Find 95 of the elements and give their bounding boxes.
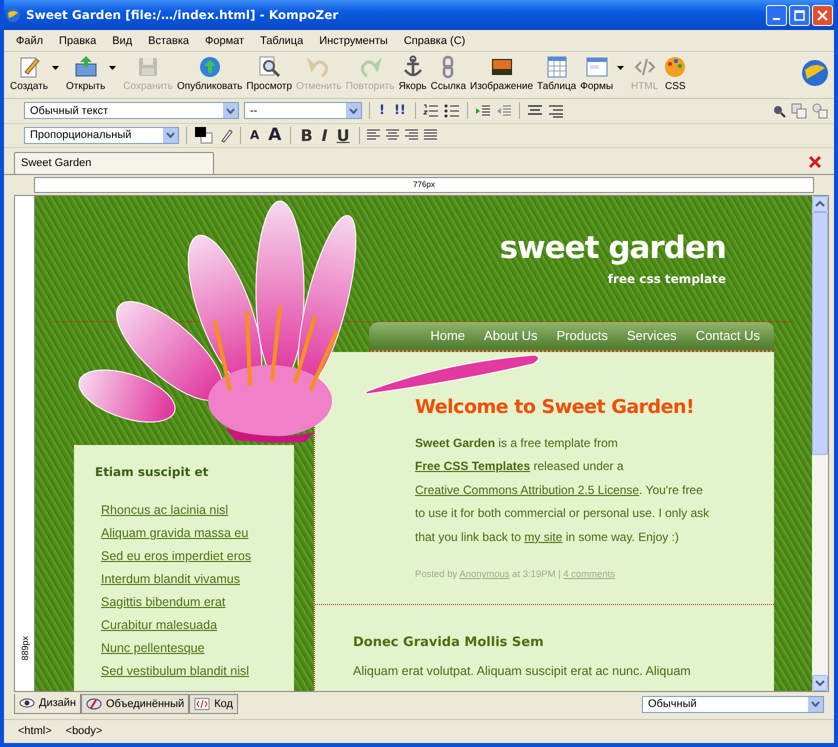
outdent-icon[interactable] bbox=[496, 104, 512, 118]
pencil-icon[interactable] bbox=[219, 127, 233, 144]
menu-item[interactable]: Справка (С) bbox=[396, 34, 474, 47]
document-tab[interactable]: Sweet Garden bbox=[14, 152, 214, 174]
sidebar-link[interactable]: Nunc pellentesque bbox=[101, 636, 205, 660]
view-mode-dropdown[interactable]: Обычный bbox=[642, 696, 824, 713]
view-tab[interactable]: Код bbox=[189, 694, 238, 714]
post-paragraph: Sweet Garden is a free template from Free CSS Templates released under a Creative Commons Attribution 2.5 License. You're free to use it for both commercial or personal use. I only ask that you link back to my site in some way. Enjoy :) bbox=[415, 434, 710, 546]
globe-icon bbox=[5, 7, 21, 23]
numbered-list-icon[interactable] bbox=[422, 104, 439, 118]
indent-icon[interactable] bbox=[474, 104, 491, 118]
maximize-button[interactable] bbox=[789, 4, 810, 26]
smaller-font-button[interactable]: A bbox=[248, 128, 262, 142]
chevron-down-icon[interactable] bbox=[226, 108, 235, 114]
dropdown-arrow-icon[interactable] bbox=[109, 66, 116, 70]
paragraph-style-dropdown[interactable]: Обычный текст bbox=[24, 102, 239, 120]
toolbar-button[interactable]: Якорь bbox=[396, 54, 429, 92]
post-meta: Posted by Anonymous at 3:19PM | 4 comments bbox=[415, 569, 616, 580]
align-icon[interactable] bbox=[424, 128, 438, 142]
bold-button[interactable]: B bbox=[298, 126, 315, 145]
width-ruler: 776px bbox=[34, 176, 814, 193]
link[interactable]: my site bbox=[524, 530, 562, 544]
lines-icon[interactable] bbox=[548, 104, 564, 118]
post-heading: Donec Gravida Mollis Sem bbox=[353, 635, 545, 650]
sidebar-link[interactable]: Rhoncus ac lacinia nisl bbox=[101, 498, 228, 522]
layers-icon[interactable] bbox=[791, 102, 807, 119]
toolbar-button[interactable]: Таблица bbox=[535, 54, 578, 92]
chevron-down-icon[interactable] bbox=[811, 701, 820, 708]
post-text: Aliquam erat volutpat. Aliquam suscipit erat ac nunc. Aliquam bbox=[353, 664, 692, 678]
emphasis-button[interactable]: !! bbox=[392, 103, 408, 118]
minimize-icon bbox=[773, 18, 780, 20]
menu-item[interactable]: Вставка bbox=[140, 34, 198, 47]
menu-item[interactable]: Правка bbox=[51, 34, 104, 47]
class-style-dropdown[interactable]: -- bbox=[244, 102, 362, 120]
toolbar-button[interactable]: CSS bbox=[660, 54, 690, 92]
globe-logo-icon bbox=[800, 58, 830, 88]
lines-icon[interactable] bbox=[526, 104, 543, 118]
layers-icon[interactable] bbox=[812, 102, 828, 119]
menu-item[interactable]: Вид bbox=[104, 34, 140, 47]
scroll-thumb[interactable] bbox=[812, 212, 828, 455]
scroll-up-icon[interactable] bbox=[812, 196, 828, 212]
window-title: Sweet Garden [file:/…/index.html] - KompoZer bbox=[26, 8, 340, 22]
tag-path-item[interactable]: <body> bbox=[66, 725, 102, 738]
menu-item[interactable]: Формат bbox=[197, 34, 252, 47]
toolbar-button[interactable]: Ссылка bbox=[428, 54, 468, 92]
italic-button[interactable]: I bbox=[320, 126, 330, 145]
toolbar-button[interactable]: Открыть bbox=[64, 54, 108, 92]
emphasis-button[interactable]: ! bbox=[377, 103, 387, 118]
menu-item[interactable]: Файл bbox=[8, 34, 52, 47]
height-ruler: 889px bbox=[15, 196, 35, 691]
site-title: sweet garden bbox=[500, 230, 726, 266]
sidebar-link[interactable]: Sed vestibulum blandit nisl bbox=[101, 660, 249, 683]
split-eye-icon bbox=[86, 698, 102, 710]
post-heading: Welcome to Sweet Garden! bbox=[415, 396, 696, 418]
menu-item[interactable]: Таблица bbox=[252, 34, 312, 47]
align-icon[interactable] bbox=[404, 128, 419, 142]
chevron-down-icon[interactable] bbox=[349, 108, 358, 114]
sidebar-link[interactable]: Curabitur malesuada bbox=[101, 614, 218, 637]
vertical-scrollbar[interactable] bbox=[812, 196, 828, 691]
magnifier-icon[interactable] bbox=[772, 104, 786, 118]
view-tab[interactable]: Объединённый bbox=[80, 694, 190, 714]
text-color-swatch-icon[interactable] bbox=[194, 126, 214, 144]
dropdown-arrow-icon[interactable] bbox=[617, 66, 624, 70]
font-dropdown[interactable]: Пропорциональный bbox=[24, 126, 179, 144]
eye-icon bbox=[19, 697, 35, 710]
sidebar-link[interactable]: Interdum blandit vivamus bbox=[101, 568, 240, 591]
close-icon bbox=[817, 10, 828, 20]
tag-path-item[interactable]: <html> bbox=[18, 725, 52, 738]
scroll-down-icon[interactable] bbox=[812, 674, 828, 691]
close-tab-icon[interactable] bbox=[808, 154, 822, 169]
code-tag-icon bbox=[194, 698, 210, 710]
maximize-icon bbox=[794, 10, 805, 20]
bullet-list-icon[interactable] bbox=[444, 104, 460, 118]
toolbar-button[interactable]: Формы bbox=[578, 54, 616, 92]
link[interactable]: Free CSS Templates bbox=[415, 459, 530, 474]
toolbar-button[interactable]: Опубликовать bbox=[175, 54, 244, 92]
toolbar-button[interactable]: Создать bbox=[8, 54, 50, 92]
sidebar-heading: Etiam suscipit et bbox=[95, 464, 208, 479]
sidebar-link[interactable]: Sagittis bibendum erat bbox=[101, 590, 226, 614]
align-icon[interactable] bbox=[386, 128, 400, 142]
sidebar-link[interactable]: Aliquam gravida massa eu bbox=[101, 522, 248, 545]
underline-button[interactable]: U bbox=[334, 126, 352, 145]
chevron-down-icon[interactable] bbox=[166, 132, 175, 138]
view-tab[interactable]: Дизайн bbox=[14, 694, 81, 714]
larger-font-button[interactable]: A bbox=[266, 125, 284, 146]
menu-item[interactable]: Инструменты bbox=[311, 34, 396, 47]
close-button[interactable] bbox=[812, 4, 833, 26]
toolbar-button[interactable]: Изображение bbox=[468, 54, 536, 92]
dropdown-arrow-icon[interactable] bbox=[52, 66, 60, 70]
sidebar-link[interactable]: Sed eu eros imperdiet eros bbox=[101, 544, 252, 568]
toolbar-button[interactable]: Просмотр bbox=[244, 54, 294, 92]
align-icon[interactable] bbox=[366, 128, 381, 142]
link[interactable]: Creative Commons Attribution 2.5 License bbox=[415, 482, 640, 497]
site-subtitle: free css template bbox=[608, 272, 726, 286]
minimize-button[interactable] bbox=[766, 4, 787, 26]
